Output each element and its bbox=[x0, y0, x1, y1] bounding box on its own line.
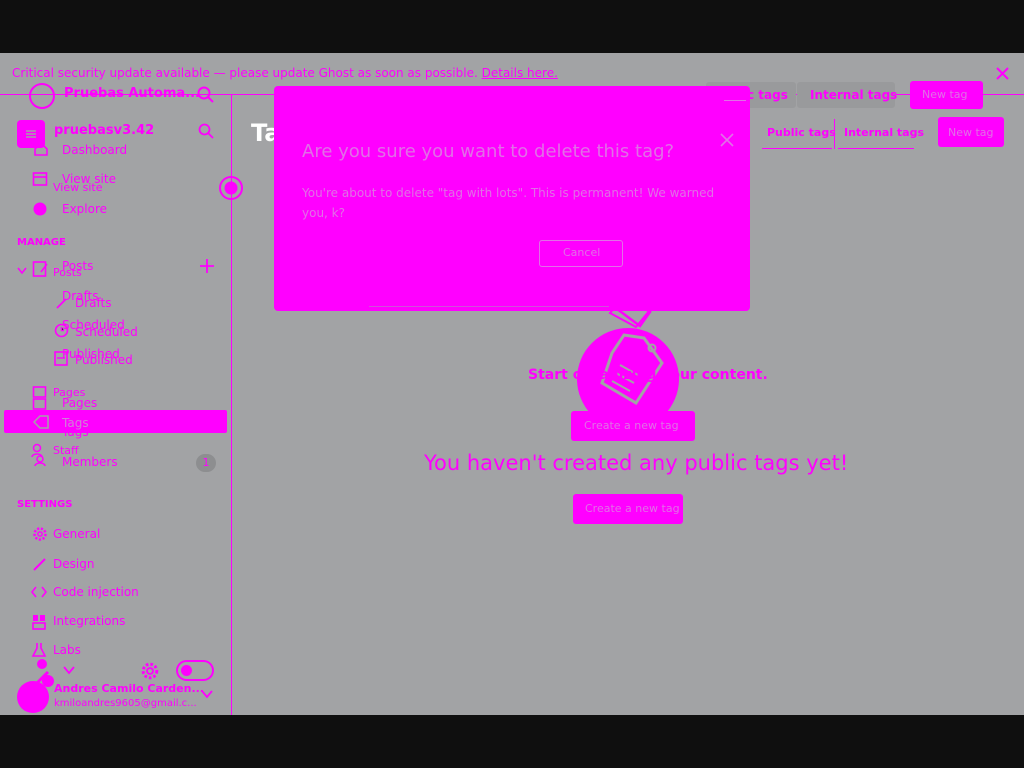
security-banner: Critical security update available — ple… bbox=[12, 66, 558, 80]
back-members[interactable]: Members bbox=[62, 455, 118, 469]
back-site-name: Pruebas Automa... bbox=[64, 86, 200, 101]
search-icon[interactable] bbox=[198, 123, 214, 139]
general-link[interactable]: General bbox=[53, 527, 100, 541]
pages-link[interactable]: Pages bbox=[53, 386, 85, 399]
posts-link-ghost: Posts bbox=[53, 266, 82, 279]
modal-body: You're about to delete "tag with lots". … bbox=[302, 186, 715, 220]
tab-public-underline bbox=[762, 148, 832, 149]
toggle-knob bbox=[181, 665, 192, 676]
add-post-icon[interactable] bbox=[199, 258, 215, 274]
back-public-tags-label: c tags bbox=[747, 88, 788, 102]
modal-bottom-line bbox=[369, 306, 609, 307]
brush-icon bbox=[32, 556, 48, 572]
modal-ghost-line bbox=[724, 100, 746, 101]
close-icon[interactable] bbox=[996, 67, 1009, 80]
view-site-icon bbox=[32, 171, 48, 187]
tab-internal-tags[interactable]: Internal tags bbox=[844, 126, 924, 139]
user-email: kmiloandres9605@gmail.c... bbox=[54, 698, 197, 709]
members-count-badge: 1 bbox=[196, 454, 216, 472]
integrations-icon bbox=[31, 614, 47, 630]
tag-clip-icon bbox=[608, 289, 658, 329]
globe-icon bbox=[32, 201, 48, 217]
tab-public-tags[interactable]: Public tags bbox=[767, 126, 836, 139]
manage-heading: MANAGE bbox=[17, 237, 66, 248]
create-tag-label-2: Create a new tag bbox=[585, 502, 680, 515]
banner-message: Critical security update available — ple… bbox=[12, 66, 478, 80]
menu-lines-icon bbox=[24, 127, 38, 141]
app-screen: Critical security update available — ple… bbox=[0, 53, 1024, 715]
tag-icon bbox=[33, 415, 49, 429]
user-name: Andres Camilo Carden... bbox=[54, 682, 204, 695]
flask-icon bbox=[31, 642, 47, 658]
settings-gear-icon[interactable] bbox=[140, 661, 160, 681]
avatar[interactable] bbox=[17, 681, 49, 713]
settings-heading: SETTINGS bbox=[17, 499, 73, 510]
explore-link[interactable]: Explore bbox=[62, 202, 107, 216]
pages-icon bbox=[32, 386, 48, 410]
integrations-link[interactable]: Integrations bbox=[53, 614, 125, 628]
empty-state-heading: Start organizing your content. bbox=[528, 367, 768, 383]
night-mode-toggle[interactable] bbox=[176, 660, 214, 681]
tab-internal-underline bbox=[838, 148, 914, 149]
banner-details-link[interactable]: Details here. bbox=[482, 66, 558, 80]
create-tag-label: Create a new tag bbox=[584, 419, 679, 432]
tags-link[interactable]: Tags bbox=[62, 416, 89, 430]
view-site-link[interactable]: View site bbox=[53, 181, 102, 194]
code-icon bbox=[31, 585, 47, 599]
ring-icon bbox=[218, 175, 244, 201]
search-icon[interactable] bbox=[197, 86, 215, 104]
back-dashboard[interactable]: Dashboard bbox=[62, 143, 127, 157]
gear-icon bbox=[32, 526, 48, 542]
site-logo-icon bbox=[28, 82, 56, 110]
delete-tag-modal: Are you sure you want to delete this tag… bbox=[274, 86, 750, 311]
staff-link[interactable]: Staff bbox=[53, 444, 79, 457]
bottom-letterbox bbox=[0, 715, 1024, 768]
tab-separator bbox=[834, 119, 835, 149]
drafts-link[interactable]: Drafts bbox=[62, 289, 99, 303]
site-name: pruebasv3.42 bbox=[54, 123, 155, 138]
close-icon[interactable] bbox=[720, 133, 734, 147]
empty-state-message: You haven't created any public tags yet! bbox=[424, 451, 849, 475]
back-new-tag-label: New tag bbox=[922, 88, 968, 101]
code-injection-link[interactable]: Code injection bbox=[53, 585, 139, 599]
new-tag-label: New tag bbox=[948, 126, 994, 139]
chevron-down-icon[interactable] bbox=[201, 690, 213, 699]
labs-link[interactable]: Labs bbox=[53, 643, 81, 657]
published-link[interactable]: Published bbox=[62, 347, 120, 361]
modal-title: Are you sure you want to delete this tag… bbox=[302, 141, 675, 162]
chevron-down-icon[interactable] bbox=[17, 267, 27, 275]
posts-icon bbox=[32, 260, 48, 278]
staff-icon bbox=[31, 443, 49, 467]
design-link[interactable]: Design bbox=[53, 557, 94, 571]
cancel-label: Cancel bbox=[563, 246, 601, 259]
back-internal-tags-label: Internal tags bbox=[810, 88, 898, 102]
chevron-down-icon[interactable] bbox=[63, 666, 75, 675]
top-letterbox bbox=[0, 0, 1024, 53]
scheduled-link[interactable]: Scheduled bbox=[62, 318, 125, 332]
